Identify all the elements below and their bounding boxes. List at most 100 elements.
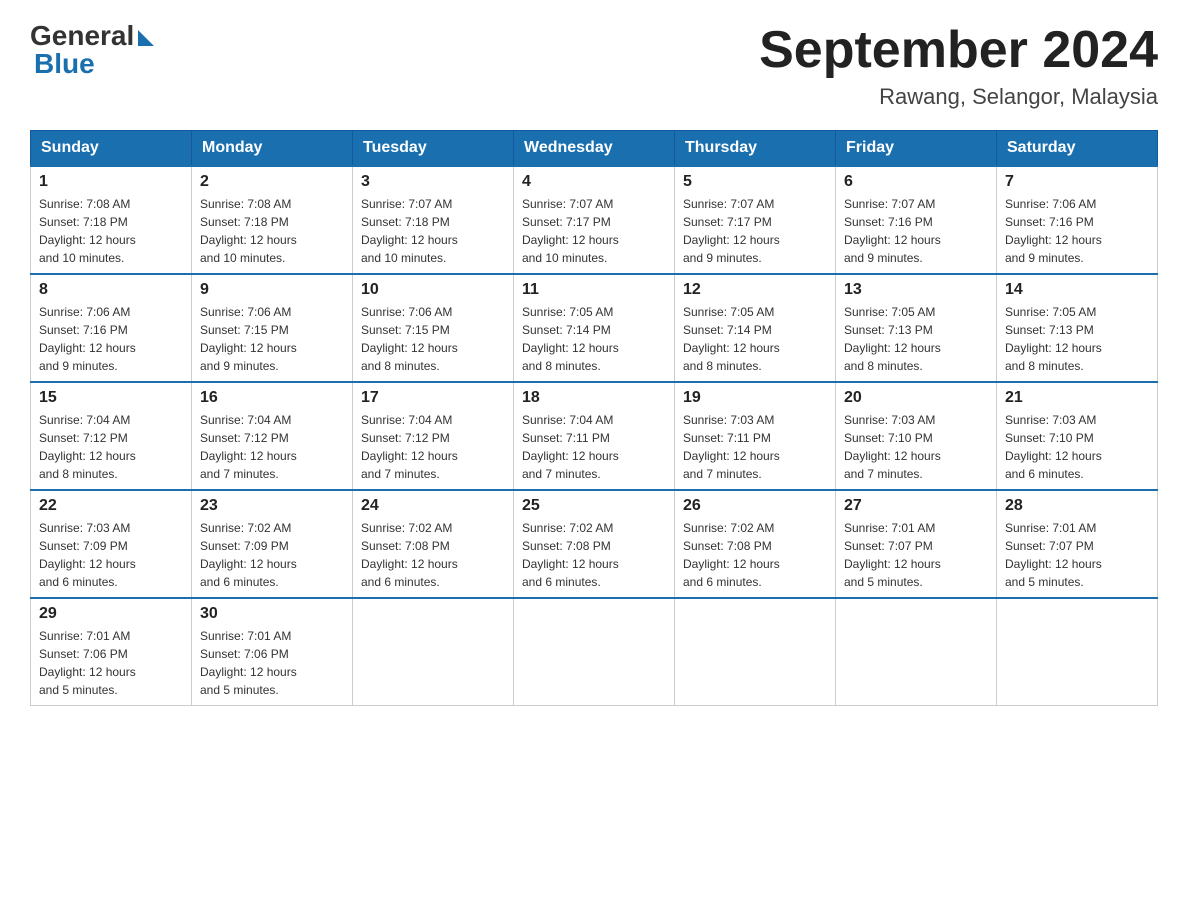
calendar-cell: 9 Sunrise: 7:06 AM Sunset: 7:15 PM Dayli…	[192, 274, 353, 382]
day-number: 13	[844, 281, 988, 299]
day-info: Sunrise: 7:05 AM Sunset: 7:13 PM Dayligh…	[1005, 303, 1149, 375]
day-info: Sunrise: 7:01 AM Sunset: 7:06 PM Dayligh…	[39, 627, 183, 699]
day-info: Sunrise: 7:06 AM Sunset: 7:16 PM Dayligh…	[39, 303, 183, 375]
day-number: 27	[844, 497, 988, 515]
calendar-cell: 24 Sunrise: 7:02 AM Sunset: 7:08 PM Dayl…	[353, 490, 514, 598]
day-number: 19	[683, 389, 827, 407]
day-info: Sunrise: 7:05 AM Sunset: 7:14 PM Dayligh…	[522, 303, 666, 375]
day-info: Sunrise: 7:03 AM Sunset: 7:10 PM Dayligh…	[1005, 411, 1149, 483]
day-number: 6	[844, 173, 988, 191]
logo: General Blue	[30, 20, 154, 80]
day-info: Sunrise: 7:08 AM Sunset: 7:18 PM Dayligh…	[39, 195, 183, 267]
calendar-table: Sunday Monday Tuesday Wednesday Thursday…	[30, 130, 1158, 706]
day-number: 17	[361, 389, 505, 407]
day-number: 28	[1005, 497, 1149, 515]
calendar-cell: 30 Sunrise: 7:01 AM Sunset: 7:06 PM Dayl…	[192, 598, 353, 706]
col-monday: Monday	[192, 131, 353, 167]
day-info: Sunrise: 7:06 AM Sunset: 7:15 PM Dayligh…	[361, 303, 505, 375]
day-info: Sunrise: 7:01 AM Sunset: 7:06 PM Dayligh…	[200, 627, 344, 699]
calendar-cell: 21 Sunrise: 7:03 AM Sunset: 7:10 PM Dayl…	[997, 382, 1158, 490]
day-number: 16	[200, 389, 344, 407]
col-wednesday: Wednesday	[514, 131, 675, 167]
day-number: 2	[200, 173, 344, 191]
day-number: 14	[1005, 281, 1149, 299]
calendar-cell: 27 Sunrise: 7:01 AM Sunset: 7:07 PM Dayl…	[836, 490, 997, 598]
day-number: 21	[1005, 389, 1149, 407]
day-info: Sunrise: 7:01 AM Sunset: 7:07 PM Dayligh…	[1005, 519, 1149, 591]
calendar-cell: 13 Sunrise: 7:05 AM Sunset: 7:13 PM Dayl…	[836, 274, 997, 382]
day-number: 9	[200, 281, 344, 299]
day-number: 8	[39, 281, 183, 299]
week-row-3: 15 Sunrise: 7:04 AM Sunset: 7:12 PM Dayl…	[31, 382, 1158, 490]
day-number: 22	[39, 497, 183, 515]
calendar-cell: 23 Sunrise: 7:02 AM Sunset: 7:09 PM Dayl…	[192, 490, 353, 598]
day-info: Sunrise: 7:02 AM Sunset: 7:08 PM Dayligh…	[683, 519, 827, 591]
calendar-cell: 3 Sunrise: 7:07 AM Sunset: 7:18 PM Dayli…	[353, 166, 514, 274]
col-sunday: Sunday	[31, 131, 192, 167]
location-subtitle: Rawang, Selangor, Malaysia	[759, 84, 1158, 110]
day-info: Sunrise: 7:06 AM Sunset: 7:15 PM Dayligh…	[200, 303, 344, 375]
calendar-cell: 18 Sunrise: 7:04 AM Sunset: 7:11 PM Dayl…	[514, 382, 675, 490]
day-number: 20	[844, 389, 988, 407]
calendar-cell: 19 Sunrise: 7:03 AM Sunset: 7:11 PM Dayl…	[675, 382, 836, 490]
week-row-4: 22 Sunrise: 7:03 AM Sunset: 7:09 PM Dayl…	[31, 490, 1158, 598]
day-info: Sunrise: 7:07 AM Sunset: 7:17 PM Dayligh…	[522, 195, 666, 267]
day-info: Sunrise: 7:07 AM Sunset: 7:18 PM Dayligh…	[361, 195, 505, 267]
day-info: Sunrise: 7:05 AM Sunset: 7:13 PM Dayligh…	[844, 303, 988, 375]
day-number: 26	[683, 497, 827, 515]
day-info: Sunrise: 7:07 AM Sunset: 7:16 PM Dayligh…	[844, 195, 988, 267]
month-title: September 2024	[759, 20, 1158, 80]
week-row-1: 1 Sunrise: 7:08 AM Sunset: 7:18 PM Dayli…	[31, 166, 1158, 274]
day-info: Sunrise: 7:07 AM Sunset: 7:17 PM Dayligh…	[683, 195, 827, 267]
calendar-cell	[514, 598, 675, 706]
calendar-cell	[836, 598, 997, 706]
calendar-cell: 4 Sunrise: 7:07 AM Sunset: 7:17 PM Dayli…	[514, 166, 675, 274]
day-number: 15	[39, 389, 183, 407]
col-tuesday: Tuesday	[353, 131, 514, 167]
day-info: Sunrise: 7:05 AM Sunset: 7:14 PM Dayligh…	[683, 303, 827, 375]
day-info: Sunrise: 7:04 AM Sunset: 7:12 PM Dayligh…	[39, 411, 183, 483]
calendar-cell: 17 Sunrise: 7:04 AM Sunset: 7:12 PM Dayl…	[353, 382, 514, 490]
calendar-cell: 25 Sunrise: 7:02 AM Sunset: 7:08 PM Dayl…	[514, 490, 675, 598]
day-info: Sunrise: 7:04 AM Sunset: 7:12 PM Dayligh…	[200, 411, 344, 483]
day-info: Sunrise: 7:03 AM Sunset: 7:10 PM Dayligh…	[844, 411, 988, 483]
day-info: Sunrise: 7:01 AM Sunset: 7:07 PM Dayligh…	[844, 519, 988, 591]
calendar-cell: 8 Sunrise: 7:06 AM Sunset: 7:16 PM Dayli…	[31, 274, 192, 382]
day-number: 1	[39, 173, 183, 191]
day-number: 7	[1005, 173, 1149, 191]
calendar-cell: 10 Sunrise: 7:06 AM Sunset: 7:15 PM Dayl…	[353, 274, 514, 382]
calendar-header-row: Sunday Monday Tuesday Wednesday Thursday…	[31, 131, 1158, 167]
day-info: Sunrise: 7:06 AM Sunset: 7:16 PM Dayligh…	[1005, 195, 1149, 267]
calendar-cell	[675, 598, 836, 706]
col-thursday: Thursday	[675, 131, 836, 167]
day-number: 30	[200, 605, 344, 623]
day-info: Sunrise: 7:02 AM Sunset: 7:08 PM Dayligh…	[522, 519, 666, 591]
day-number: 4	[522, 173, 666, 191]
week-row-5: 29 Sunrise: 7:01 AM Sunset: 7:06 PM Dayl…	[31, 598, 1158, 706]
day-info: Sunrise: 7:03 AM Sunset: 7:09 PM Dayligh…	[39, 519, 183, 591]
page-header: General Blue September 2024 Rawang, Sela…	[30, 20, 1158, 110]
calendar-cell: 28 Sunrise: 7:01 AM Sunset: 7:07 PM Dayl…	[997, 490, 1158, 598]
day-info: Sunrise: 7:04 AM Sunset: 7:12 PM Dayligh…	[361, 411, 505, 483]
col-saturday: Saturday	[997, 131, 1158, 167]
calendar-cell: 2 Sunrise: 7:08 AM Sunset: 7:18 PM Dayli…	[192, 166, 353, 274]
calendar-cell: 16 Sunrise: 7:04 AM Sunset: 7:12 PM Dayl…	[192, 382, 353, 490]
calendar-cell	[353, 598, 514, 706]
week-row-2: 8 Sunrise: 7:06 AM Sunset: 7:16 PM Dayli…	[31, 274, 1158, 382]
calendar-cell: 20 Sunrise: 7:03 AM Sunset: 7:10 PM Dayl…	[836, 382, 997, 490]
day-number: 10	[361, 281, 505, 299]
calendar-cell: 15 Sunrise: 7:04 AM Sunset: 7:12 PM Dayl…	[31, 382, 192, 490]
day-info: Sunrise: 7:04 AM Sunset: 7:11 PM Dayligh…	[522, 411, 666, 483]
day-number: 29	[39, 605, 183, 623]
day-number: 11	[522, 281, 666, 299]
day-number: 12	[683, 281, 827, 299]
calendar-cell: 6 Sunrise: 7:07 AM Sunset: 7:16 PM Dayli…	[836, 166, 997, 274]
calendar-cell: 14 Sunrise: 7:05 AM Sunset: 7:13 PM Dayl…	[997, 274, 1158, 382]
day-number: 18	[522, 389, 666, 407]
calendar-cell: 29 Sunrise: 7:01 AM Sunset: 7:06 PM Dayl…	[31, 598, 192, 706]
day-number: 24	[361, 497, 505, 515]
calendar-cell: 11 Sunrise: 7:05 AM Sunset: 7:14 PM Dayl…	[514, 274, 675, 382]
calendar-cell: 7 Sunrise: 7:06 AM Sunset: 7:16 PM Dayli…	[997, 166, 1158, 274]
calendar-cell: 5 Sunrise: 7:07 AM Sunset: 7:17 PM Dayli…	[675, 166, 836, 274]
title-section: September 2024 Rawang, Selangor, Malaysi…	[759, 20, 1158, 110]
